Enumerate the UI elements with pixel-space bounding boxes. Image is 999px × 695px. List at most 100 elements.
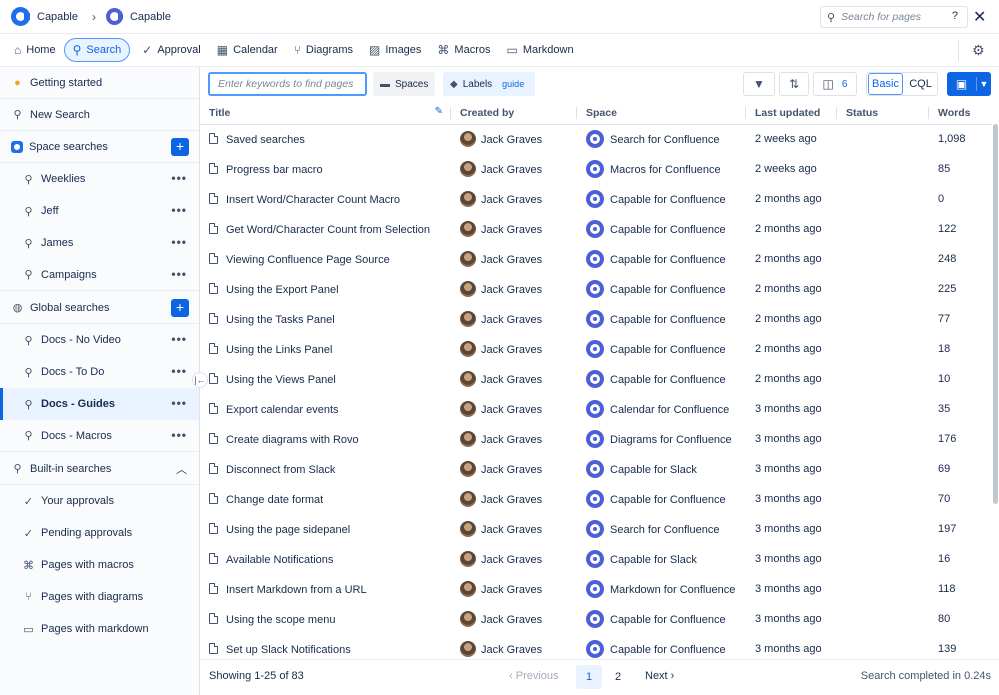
column-header-created-by[interactable]: Created by bbox=[451, 102, 577, 125]
cell-space[interactable]: Calendar for Confluence bbox=[577, 394, 746, 424]
cell-title[interactable]: Export calendar events bbox=[200, 394, 451, 424]
page-title-link[interactable]: Set up Slack Notifications bbox=[226, 644, 351, 656]
space-name[interactable]: Capable for Confluence bbox=[610, 284, 726, 296]
page-title-link[interactable]: Using the Views Panel bbox=[226, 374, 336, 386]
space-name[interactable]: Capable for Slack bbox=[610, 554, 697, 566]
cell-title[interactable]: Create diagrams with Rovo bbox=[200, 424, 451, 454]
page-title-link[interactable]: Change date format bbox=[226, 494, 323, 506]
cell-space[interactable]: Capable for Confluence bbox=[577, 274, 746, 304]
next-page-button[interactable]: Next › bbox=[645, 670, 674, 682]
space-name[interactable]: Capable for Confluence bbox=[610, 224, 726, 236]
add-global-search-button[interactable]: + bbox=[171, 299, 189, 317]
help-button[interactable]: ? bbox=[952, 10, 958, 22]
table-row[interactable]: Get Word/Character Count from Selection J… bbox=[200, 214, 992, 244]
spaces-filter-button[interactable]: ▬ Spaces bbox=[373, 72, 436, 96]
space-name[interactable]: Capable for Confluence bbox=[610, 374, 726, 386]
table-row[interactable]: Using the Views Panel Jack Graves Capable … bbox=[200, 364, 992, 394]
table-row[interactable]: Using the page sidepanel Jack Graves Searc… bbox=[200, 514, 992, 544]
page-title-link[interactable]: Using the Export Panel bbox=[226, 284, 339, 296]
nav-search[interactable]: ⚲ Search bbox=[63, 38, 131, 62]
sidebar-item-pages-with-macros[interactable]: ⌘ Pages with macros bbox=[0, 549, 199, 581]
page-title-link[interactable]: Using the scope menu bbox=[226, 614, 335, 626]
cell-space[interactable]: Search for Confluence bbox=[577, 124, 746, 154]
table-row[interactable]: Create diagrams with Rovo Jack Graves Diag… bbox=[200, 424, 992, 454]
table-row[interactable]: Using the Export Panel Jack Graves Capable… bbox=[200, 274, 992, 304]
space-name[interactable]: Capable for Confluence bbox=[610, 254, 726, 266]
cell-space[interactable]: Capable for Slack bbox=[577, 454, 746, 484]
table-row[interactable]: Disconnect from Slack Jack Graves Capable … bbox=[200, 454, 992, 484]
space-name[interactable]: Markdown for Confluence bbox=[610, 584, 735, 596]
page-title-link[interactable]: Export calendar events bbox=[226, 404, 339, 416]
space-name[interactable]: Capable for Confluence bbox=[610, 644, 726, 656]
more-icon[interactable]: ••• bbox=[171, 428, 187, 442]
cell-title[interactable]: Using the Tasks Panel bbox=[200, 304, 451, 334]
page-title-link[interactable]: Disconnect from Slack bbox=[226, 464, 335, 476]
sidebar-item-pages-with-markdown[interactable]: ▭ Pages with markdown bbox=[0, 613, 199, 645]
sidebar-item-pages-with-diagrams[interactable]: ⑂ Pages with diagrams bbox=[0, 581, 199, 613]
sidebar-item-getting-started[interactable]: ● Getting started bbox=[0, 67, 199, 99]
page-title-link[interactable]: Using the Tasks Panel bbox=[226, 314, 335, 326]
more-icon[interactable]: ••• bbox=[171, 235, 187, 249]
columns-button[interactable]: ◫ 6 bbox=[813, 72, 857, 96]
save-search-button[interactable]: ▣ ▼ bbox=[947, 72, 991, 96]
cell-space[interactable]: Capable for Confluence bbox=[577, 484, 746, 514]
page-title-link[interactable]: Available Notifications bbox=[226, 554, 333, 566]
cell-space[interactable]: Capable for Confluence bbox=[577, 364, 746, 394]
page-title-link[interactable]: Viewing Confluence Page Source bbox=[226, 254, 390, 266]
space-name[interactable]: Capable for Confluence bbox=[610, 614, 726, 626]
cell-space[interactable]: Search for Confluence bbox=[577, 514, 746, 544]
filter-button[interactable]: ▼ bbox=[743, 72, 775, 96]
cell-title[interactable]: Insert Markdown from a URL bbox=[200, 574, 451, 604]
pencil-icon[interactable]: ✎ bbox=[435, 106, 443, 117]
table-row[interactable]: Using the scope menu Jack Graves Capable f… bbox=[200, 604, 992, 634]
basic-mode-button[interactable]: Basic bbox=[868, 73, 903, 95]
cell-title[interactable]: Disconnect from Slack bbox=[200, 454, 451, 484]
save-icon[interactable]: ▣ bbox=[947, 77, 977, 91]
page-title-link[interactable]: Create diagrams with Rovo bbox=[226, 434, 359, 446]
table-row[interactable]: Viewing Confluence Page Source Jack Grave… bbox=[200, 244, 992, 274]
previous-page-button[interactable]: ‹ Previous bbox=[509, 670, 559, 682]
table-row[interactable]: Export calendar events Jack Graves Calenda… bbox=[200, 394, 992, 424]
cell-space[interactable]: Capable for Slack bbox=[577, 544, 746, 574]
cell-title[interactable]: Insert Word/Character Count Macro bbox=[200, 184, 451, 214]
column-header-space[interactable]: Space bbox=[577, 102, 746, 125]
cell-space[interactable]: Capable for Confluence bbox=[577, 334, 746, 364]
page-title-link[interactable]: Using the page sidepanel bbox=[226, 524, 350, 536]
sidebar-item-docs-to-do[interactable]: ⚲ Docs - To Do ••• bbox=[0, 356, 199, 388]
space-name[interactable]: Search for Confluence bbox=[610, 134, 719, 146]
more-icon[interactable]: ••• bbox=[171, 171, 187, 185]
labels-filter-button[interactable]: ◆ Labels guide bbox=[443, 72, 536, 96]
sidebar-item-your-approvals[interactable]: ✓ Your approvals bbox=[0, 485, 199, 517]
cql-mode-button[interactable]: CQL bbox=[904, 74, 937, 94]
cell-space[interactable]: Capable for Confluence bbox=[577, 634, 746, 659]
nav-home[interactable]: ⌂ Home bbox=[6, 38, 64, 62]
nav-macros[interactable]: ⌘ Macros bbox=[429, 38, 498, 62]
cell-title[interactable]: Set up Slack Notifications bbox=[200, 634, 451, 659]
table-row[interactable]: Set up Slack Notifications Jack Graves Cap… bbox=[200, 634, 992, 659]
cell-title[interactable]: Available Notifications bbox=[200, 544, 451, 574]
chevron-down-icon[interactable]: ▼ bbox=[977, 79, 991, 89]
cell-space[interactable]: Capable for Confluence bbox=[577, 184, 746, 214]
breadcrumb-app[interactable]: Capable bbox=[130, 11, 171, 23]
column-header-words[interactable]: Words bbox=[929, 102, 992, 125]
space-name[interactable]: Capable for Slack bbox=[610, 464, 697, 476]
more-icon[interactable]: ••• bbox=[171, 396, 187, 410]
app-name[interactable]: Capable bbox=[37, 11, 78, 23]
cell-title[interactable]: Using the Links Panel bbox=[200, 334, 451, 364]
add-space-search-button[interactable]: + bbox=[171, 138, 189, 156]
cell-title[interactable]: Using the Export Panel bbox=[200, 274, 451, 304]
page-search-input[interactable]: ⚲ Search for pages ? bbox=[820, 6, 968, 28]
more-icon[interactable]: ••• bbox=[171, 364, 187, 378]
sidebar-item-docs-no-video[interactable]: ⚲ Docs - No Video ••• bbox=[0, 324, 199, 356]
cell-space[interactable]: Capable for Confluence bbox=[577, 214, 746, 244]
sidebar-item-docs-macros[interactable]: ⚲ Docs - Macros ••• bbox=[0, 420, 199, 452]
cell-title[interactable]: Using the page sidepanel bbox=[200, 514, 451, 544]
column-header-title[interactable]: Title ✎ bbox=[200, 102, 451, 125]
nav-approval[interactable]: ✓ Approval bbox=[134, 38, 208, 62]
cell-title[interactable]: Using the Views Panel bbox=[200, 364, 451, 394]
space-name[interactable]: Capable for Confluence bbox=[610, 344, 726, 356]
sidebar-item-new-search[interactable]: ⚲ New Search bbox=[0, 99, 199, 131]
page-title-link[interactable]: Insert Word/Character Count Macro bbox=[226, 194, 400, 206]
close-button[interactable]: ✕ bbox=[973, 7, 986, 27]
query-mode-toggle[interactable]: Basic CQL bbox=[866, 72, 938, 96]
